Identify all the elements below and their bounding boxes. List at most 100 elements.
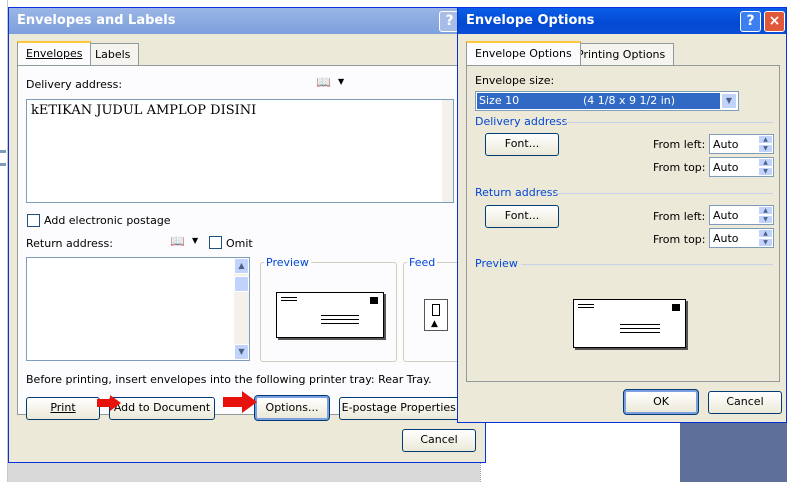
spin-down-arrow[interactable]: ▼ <box>758 215 773 224</box>
section-divider <box>521 264 773 265</box>
return-address-textarea[interactable] <box>26 257 250 361</box>
delivery-address-line <box>620 328 660 329</box>
spin-up-arrow[interactable]: ▲ <box>758 229 773 238</box>
options-dialog-titlebar[interactable]: Envelope Options <box>458 8 786 34</box>
scroll-thumb[interactable] <box>234 276 249 292</box>
feed-icon[interactable]: ▲ <box>424 299 448 331</box>
tab-labels-label: Labels <box>95 48 131 61</box>
return-from-left-spinner[interactable]: Auto ▲ ▼ <box>709 205 774 225</box>
options-button[interactable]: Options... <box>254 395 330 421</box>
return-address-section-title: Return address <box>475 186 559 199</box>
feed-envelope-shape <box>432 304 440 316</box>
ok-button[interactable]: OK <box>623 389 699 415</box>
delivery-scrollbar[interactable] <box>442 100 453 202</box>
spin-down-arrow[interactable]: ▼ <box>758 144 773 153</box>
stamp-mark <box>370 297 378 304</box>
return-from-top-value: Auto <box>713 232 739 245</box>
delivery-from-top-value: Auto <box>713 161 739 174</box>
return-address-line <box>281 297 297 298</box>
chevron-down-icon[interactable]: ▼ <box>338 77 344 86</box>
background-document-page <box>480 420 680 482</box>
scroll-up-arrow[interactable]: ▲ <box>234 258 249 274</box>
address-book-icon[interactable]: 📖 <box>316 75 331 89</box>
delivery-font-button[interactable]: Font... <box>485 133 559 156</box>
delivery-from-left-value: Auto <box>713 138 739 151</box>
delivery-from-top-spinner[interactable]: Auto ▲ ▼ <box>709 157 774 177</box>
delivery-from-top-label: From top: <box>653 161 706 174</box>
delivery-address-textarea[interactable]: kETIKAN JUDUL AMPLOP DISINI <box>26 99 454 203</box>
tab-printing-options-label: Printing Options <box>577 48 666 61</box>
printer-tray-note: Before printing, insert envelopes into t… <box>26 373 432 386</box>
return-font-button[interactable]: Font... <box>485 205 559 228</box>
preview-section-title: Preview <box>475 257 518 270</box>
print-button-label: Print <box>50 401 76 414</box>
address-book-icon[interactable]: 📖 <box>170 234 185 248</box>
envelope-size-select[interactable]: Size 10 (4 1/8 x 9 1/2 in) ▼ <box>475 91 739 111</box>
add-to-document-button[interactable]: Add to Document <box>109 397 215 420</box>
tab-envelopes[interactable]: Envelopes <box>17 41 92 65</box>
tab-envelopes-label: Envelopes <box>26 47 83 60</box>
spin-up-arrow[interactable]: ▲ <box>758 206 773 215</box>
red-arrow-icon <box>223 391 257 413</box>
print-button[interactable]: Print <box>26 397 100 420</box>
options-cancel-button[interactable]: Cancel <box>708 391 782 414</box>
tab-envelope-options-label: Envelope Options <box>475 47 572 60</box>
return-font-button-label: Font... <box>504 209 540 222</box>
return-scrollbar[interactable]: ▲ ▼ <box>234 258 249 360</box>
envelope-size-selected: Size 10 (4 1/8 x 9 1/2 in) <box>477 93 720 109</box>
delivery-address-line <box>620 332 660 333</box>
add-to-document-button-label: Add to Document <box>113 401 211 414</box>
return-address-line <box>578 304 594 305</box>
envelopes-cancel-button[interactable]: Cancel <box>402 429 476 452</box>
spin-down-arrow[interactable]: ▼ <box>758 238 773 247</box>
return-address-line <box>578 307 594 308</box>
delivery-address-line <box>620 324 660 325</box>
preview-group-title: Preview <box>264 256 311 269</box>
tab-printing-options[interactable]: Printing Options <box>568 43 675 65</box>
delivery-address-line <box>321 319 359 320</box>
envelopes-tab-panel: Delivery address: 📖 ▼ kETIKAN JUDUL AMPL… <box>17 65 477 421</box>
spin-up-arrow[interactable]: ▲ <box>758 158 773 167</box>
delivery-address-text: kETIKAN JUDUL AMPLOP DISINI <box>31 103 257 118</box>
ok-button-label: OK <box>653 395 669 408</box>
options-button-label: Options... <box>265 401 319 414</box>
close-button[interactable]: × <box>764 11 785 32</box>
background-document-edge <box>0 0 8 482</box>
epostage-properties-button[interactable]: E-postage Properties... <box>339 397 469 420</box>
envelope-preview[interactable] <box>573 299 686 348</box>
chevron-down-icon[interactable]: ▼ <box>192 236 198 245</box>
background-strip <box>8 462 488 482</box>
section-divider <box>555 193 773 194</box>
delivery-address-label: Delivery address: <box>26 78 123 91</box>
background-desktop <box>680 420 787 482</box>
envelope-size-value: Size 10 <box>479 94 520 107</box>
envelopes-dialog-title: Envelopes and Labels <box>17 13 176 28</box>
add-electronic-postage-checkbox[interactable] <box>27 214 40 227</box>
envelope-options-tab-panel: Envelope size: Size 10 (4 1/8 x 9 1/2 in… <box>466 65 780 382</box>
omit-label: Omit <box>226 237 253 250</box>
envelope-size-label: Envelope size: <box>475 74 555 87</box>
scroll-down-arrow[interactable]: ▼ <box>234 344 249 360</box>
chevron-down-icon[interactable]: ▼ <box>721 93 737 109</box>
envelopes-dialog-titlebar[interactable]: Envelopes and Labels <box>9 8 485 34</box>
return-address-line <box>281 300 297 301</box>
help-button[interactable]: ? <box>740 11 761 32</box>
epostage-properties-button-label: E-postage Properties... <box>341 401 467 414</box>
options-dialog-title: Envelope Options <box>466 13 595 28</box>
add-electronic-postage-label: Add electronic postage <box>44 214 171 227</box>
feed-direction-glyph: ▲ <box>431 319 438 329</box>
section-divider <box>563 122 773 123</box>
tab-labels[interactable]: Labels <box>86 43 140 65</box>
delivery-from-left-label: From left: <box>653 138 706 151</box>
delivery-address-line <box>321 323 359 324</box>
envelope-preview[interactable] <box>276 292 384 338</box>
tab-envelope-options[interactable]: Envelope Options <box>466 41 581 65</box>
ruler-tick <box>0 150 6 153</box>
omit-checkbox[interactable] <box>209 236 222 249</box>
envelope-size-dims: (4 1/8 x 9 1/2 in) <box>583 94 676 107</box>
return-from-left-value: Auto <box>713 209 739 222</box>
spin-down-arrow[interactable]: ▼ <box>758 167 773 176</box>
spin-up-arrow[interactable]: ▲ <box>758 135 773 144</box>
delivery-from-left-spinner[interactable]: Auto ▲ ▼ <box>709 134 774 154</box>
return-from-top-spinner[interactable]: Auto ▲ ▼ <box>709 228 774 248</box>
